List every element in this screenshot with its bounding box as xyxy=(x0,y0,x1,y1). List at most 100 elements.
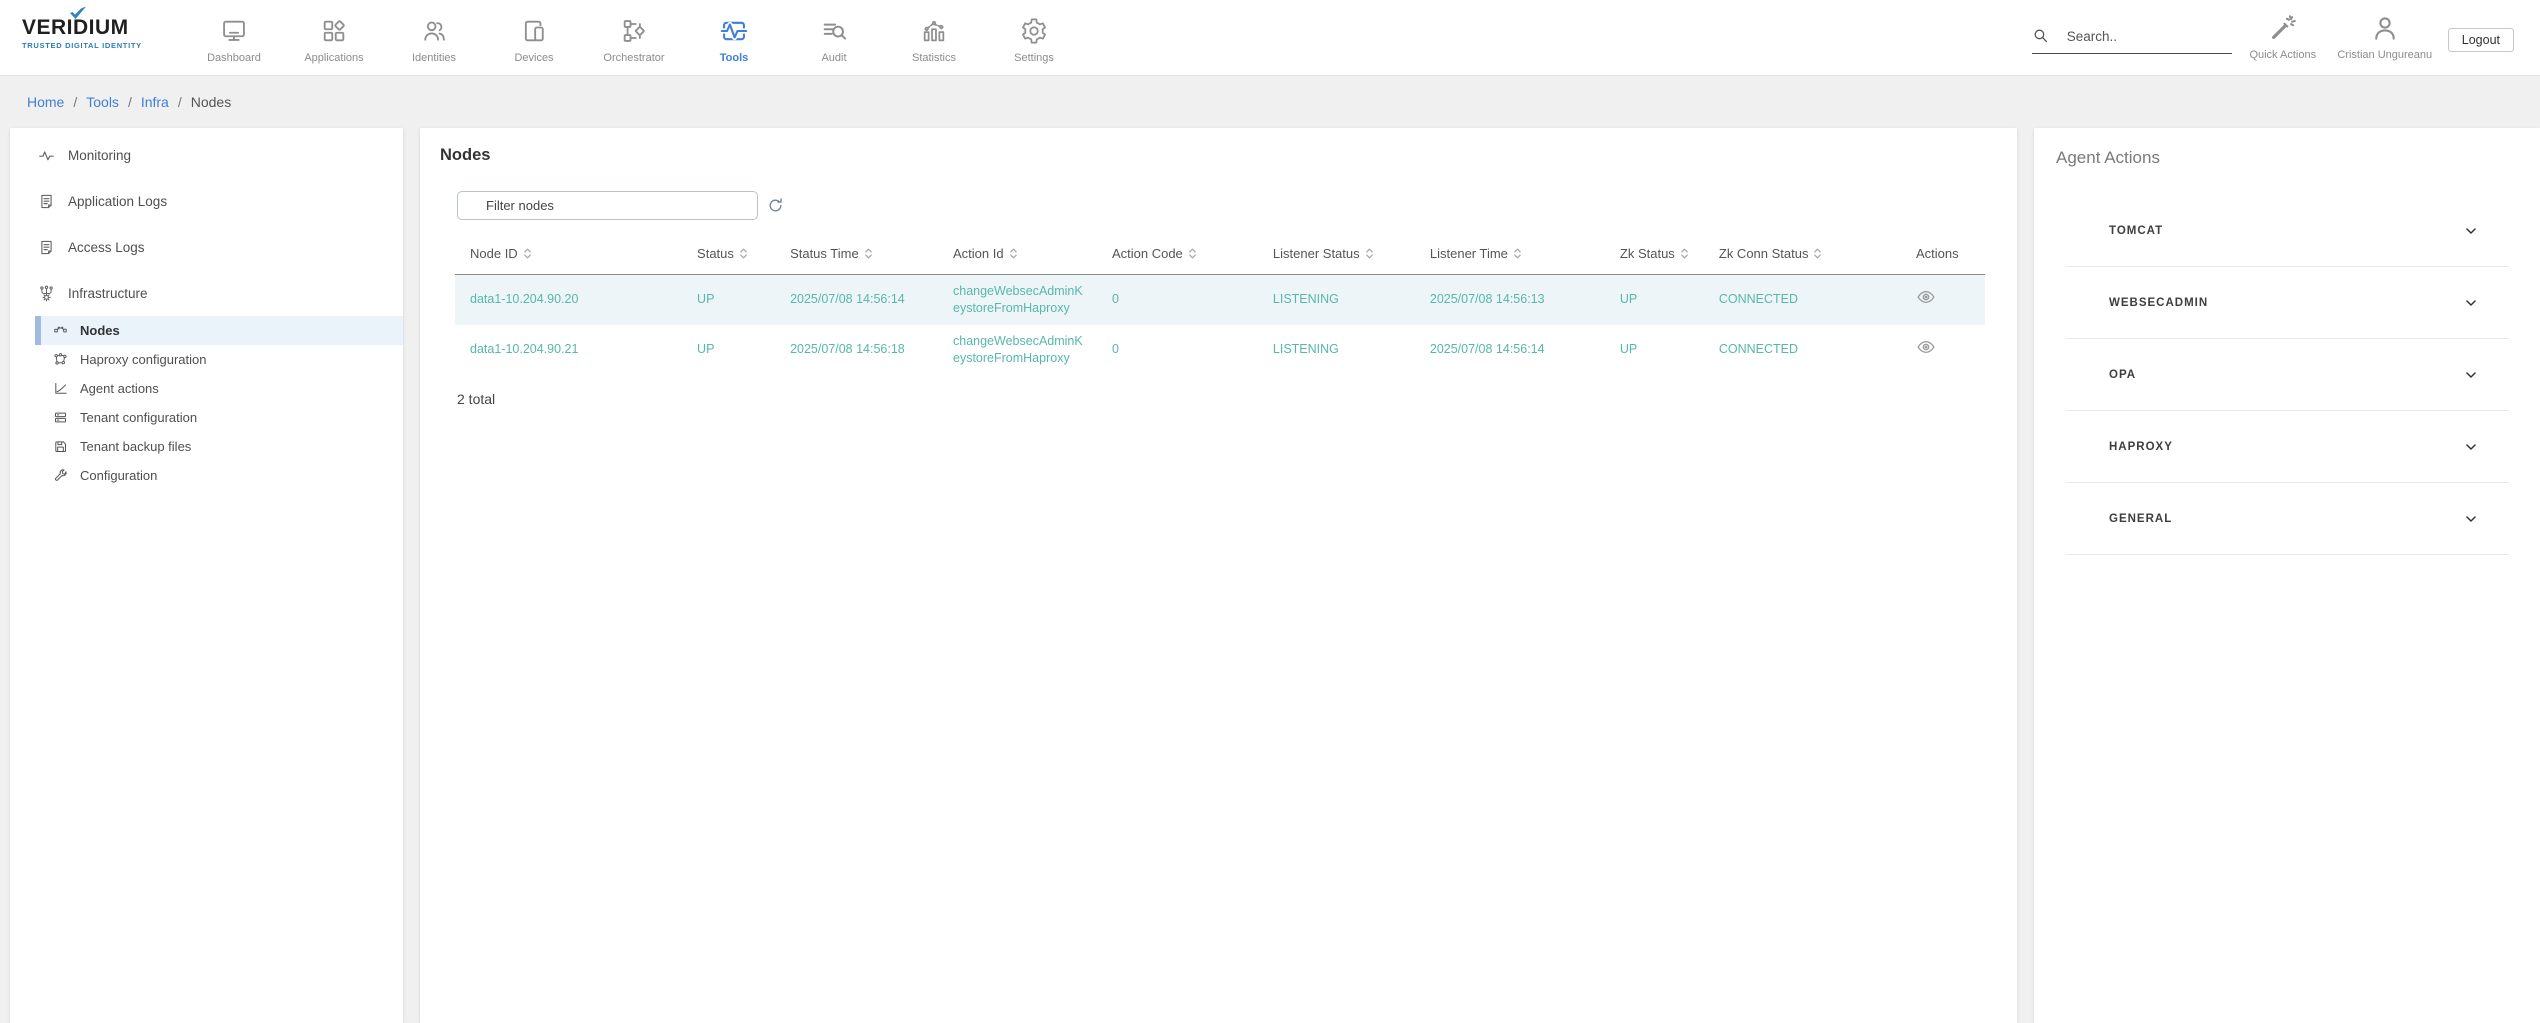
sidebar-item-access-logs[interactable]: Access Logs xyxy=(10,224,403,270)
column-header-label: Actions xyxy=(1916,246,1959,261)
refresh-icon xyxy=(767,197,784,214)
nodes-icon xyxy=(53,323,68,338)
document-icon xyxy=(38,239,55,256)
nav-item-dashboard[interactable]: Dashboard xyxy=(184,0,284,75)
table-header-row: Node ID Status Status TimeAction IdAction … xyxy=(455,236,1985,275)
applications-icon xyxy=(320,17,348,45)
nav-item-audit[interactable]: Audit xyxy=(784,0,884,75)
cell-listener_status: LISTENING xyxy=(1258,275,1415,325)
page-title: Nodes xyxy=(440,146,2017,165)
agent-actions-section-opa[interactable]: OPA xyxy=(2066,339,2508,411)
eye-icon xyxy=(1916,287,1936,307)
nav-item-identities[interactable]: Identities xyxy=(384,0,484,75)
column-header-zk_conn_status[interactable]: Zk Conn Status xyxy=(1704,236,1901,275)
settings-icon xyxy=(1020,17,1048,45)
top-bar-right: Quick Actions Cristian Ungureanu Logout xyxy=(2032,0,2540,75)
column-header-label: Status xyxy=(697,246,734,261)
breadcrumb-item-home[interactable]: Home xyxy=(27,94,64,110)
cell-actions xyxy=(1901,275,1985,325)
sort-caret-icon xyxy=(864,247,873,260)
agent-chart-icon xyxy=(53,381,68,396)
sidebar-subitem-nodes[interactable]: Nodes xyxy=(35,316,403,345)
column-header-node_id[interactable]: Node ID xyxy=(455,236,682,275)
breadcrumb-item-infra[interactable]: Infra xyxy=(141,94,169,110)
filter-row xyxy=(457,191,2017,220)
sidebar-subitem-tenant-configuration[interactable]: Tenant configuration xyxy=(35,403,403,432)
sort-caret-icon xyxy=(739,247,748,260)
cell-zk_conn_status: CONNECTED xyxy=(1704,275,1901,325)
column-header-status[interactable]: Status xyxy=(682,236,775,275)
sidebar-subitem-haproxy-configuration[interactable]: Haproxy configuration xyxy=(35,345,403,374)
table-row: data1-10.204.90.21UP2025/07/08 14:56:18c… xyxy=(455,325,1985,375)
view-node-button[interactable] xyxy=(1916,337,1936,357)
logout-button[interactable]: Logout xyxy=(2448,28,2514,52)
cell-action_id: changeWebsecAdminKeystoreFromHaproxy xyxy=(938,275,1097,325)
monitoring-icon xyxy=(38,147,55,164)
cell-status_time: 2025/07/08 14:56:18 xyxy=(775,325,938,375)
cell-status_time: 2025/07/08 14:56:14 xyxy=(775,275,938,325)
refresh-button[interactable] xyxy=(765,195,786,216)
cell-action_id: changeWebsecAdminKeystoreFromHaproxy xyxy=(938,325,1097,375)
agent-actions-section-label: OPA xyxy=(2109,369,2136,381)
sidebar-item-monitoring[interactable]: Monitoring xyxy=(10,132,403,178)
sidebar-subitem-agent-actions[interactable]: Agent actions xyxy=(35,374,403,403)
column-header-action_code[interactable]: Action Code xyxy=(1097,236,1258,275)
cell-node_id: data1-10.204.90.21 xyxy=(455,325,682,375)
column-header-listener_time[interactable]: Listener Time xyxy=(1415,236,1605,275)
sort-caret-icon xyxy=(1680,247,1689,260)
sidebar-subitem-label: Tenant configuration xyxy=(80,410,197,425)
sort-caret-icon xyxy=(1513,247,1522,260)
nav-item-statistics[interactable]: Statistics xyxy=(884,0,984,75)
search-input[interactable] xyxy=(2067,29,2217,44)
nav-item-orchestrator[interactable]: Orchestrator xyxy=(584,0,684,75)
eye-icon xyxy=(1916,337,1936,357)
user-menu[interactable]: Cristian Ungureanu xyxy=(2334,0,2436,61)
column-header-listener_status[interactable]: Listener Status xyxy=(1258,236,1415,275)
backup-icon xyxy=(53,439,68,454)
quick-actions-button[interactable]: Quick Actions xyxy=(2232,0,2334,61)
view-node-button[interactable] xyxy=(1916,287,1936,307)
column-header-zk_status[interactable]: Zk Status xyxy=(1605,236,1704,275)
sidebar-item-label: Application Logs xyxy=(68,194,167,209)
search-icon xyxy=(2032,27,2049,44)
sidebar-item-application-logs[interactable]: Application Logs xyxy=(10,178,403,224)
document-icon xyxy=(38,193,55,210)
nav-item-settings[interactable]: Settings xyxy=(984,0,1084,75)
breadcrumb-separator: / xyxy=(73,94,77,110)
sidebar-subitem-label: Haproxy configuration xyxy=(80,352,206,367)
global-search xyxy=(2032,27,2232,54)
sidebar-item-label: Infrastructure xyxy=(68,286,148,301)
table-row: data1-10.204.90.20UP2025/07/08 14:56:14c… xyxy=(455,275,1985,325)
nav-item-devices[interactable]: Devices xyxy=(484,0,584,75)
cell-actions xyxy=(1901,325,1985,375)
cell-action_code: 0 xyxy=(1097,275,1258,325)
sidebar-subitem-tenant-backup-files[interactable]: Tenant backup files xyxy=(35,432,403,461)
nav-item-applications[interactable]: Applications xyxy=(284,0,384,75)
cell-status: UP xyxy=(682,275,775,325)
breadcrumb-separator: / xyxy=(128,94,132,110)
column-header-label: Node ID xyxy=(470,246,518,261)
sidebar-subitem-configuration[interactable]: Configuration xyxy=(35,461,403,490)
agent-actions-section-tomcat[interactable]: TOMCAT xyxy=(2066,195,2508,267)
sort-caret-icon xyxy=(1813,247,1822,260)
nav-item-tools[interactable]: Tools xyxy=(684,0,784,75)
column-header-label: Zk Status xyxy=(1620,246,1675,261)
cell-listener_time: 2025/07/08 14:56:14 xyxy=(1415,325,1605,375)
cell-node_id: data1-10.204.90.20 xyxy=(455,275,682,325)
chevron-down-icon xyxy=(2464,440,2478,454)
agent-actions-section-websecadmin[interactable]: WEBSECADMIN xyxy=(2066,267,2508,339)
sort-caret-icon xyxy=(1365,247,1374,260)
agent-actions-section-general[interactable]: GENERAL xyxy=(2066,483,2508,555)
filter-nodes-input[interactable] xyxy=(457,191,758,220)
cell-zk_conn_status: CONNECTED xyxy=(1704,325,1901,375)
sidebar-item-infrastructure[interactable]: Infrastructure xyxy=(10,270,403,316)
column-header-action_id[interactable]: Action Id xyxy=(938,236,1097,275)
agent-actions-title: Agent Actions xyxy=(2056,148,2540,168)
user-icon xyxy=(2370,13,2400,43)
column-header-status_time[interactable]: Status Time xyxy=(775,236,938,275)
agent-actions-section-label: GENERAL xyxy=(2109,513,2172,525)
brand-logo[interactable]: VERIDIUM TRUSTED DIGITAL IDENTITY xyxy=(22,0,172,75)
agent-actions-section-haproxy[interactable]: HAPROXY xyxy=(2066,411,2508,483)
nodes-table: Node ID Status Status TimeAction IdAction … xyxy=(455,236,1985,375)
breadcrumb-item-tools[interactable]: Tools xyxy=(86,94,119,110)
